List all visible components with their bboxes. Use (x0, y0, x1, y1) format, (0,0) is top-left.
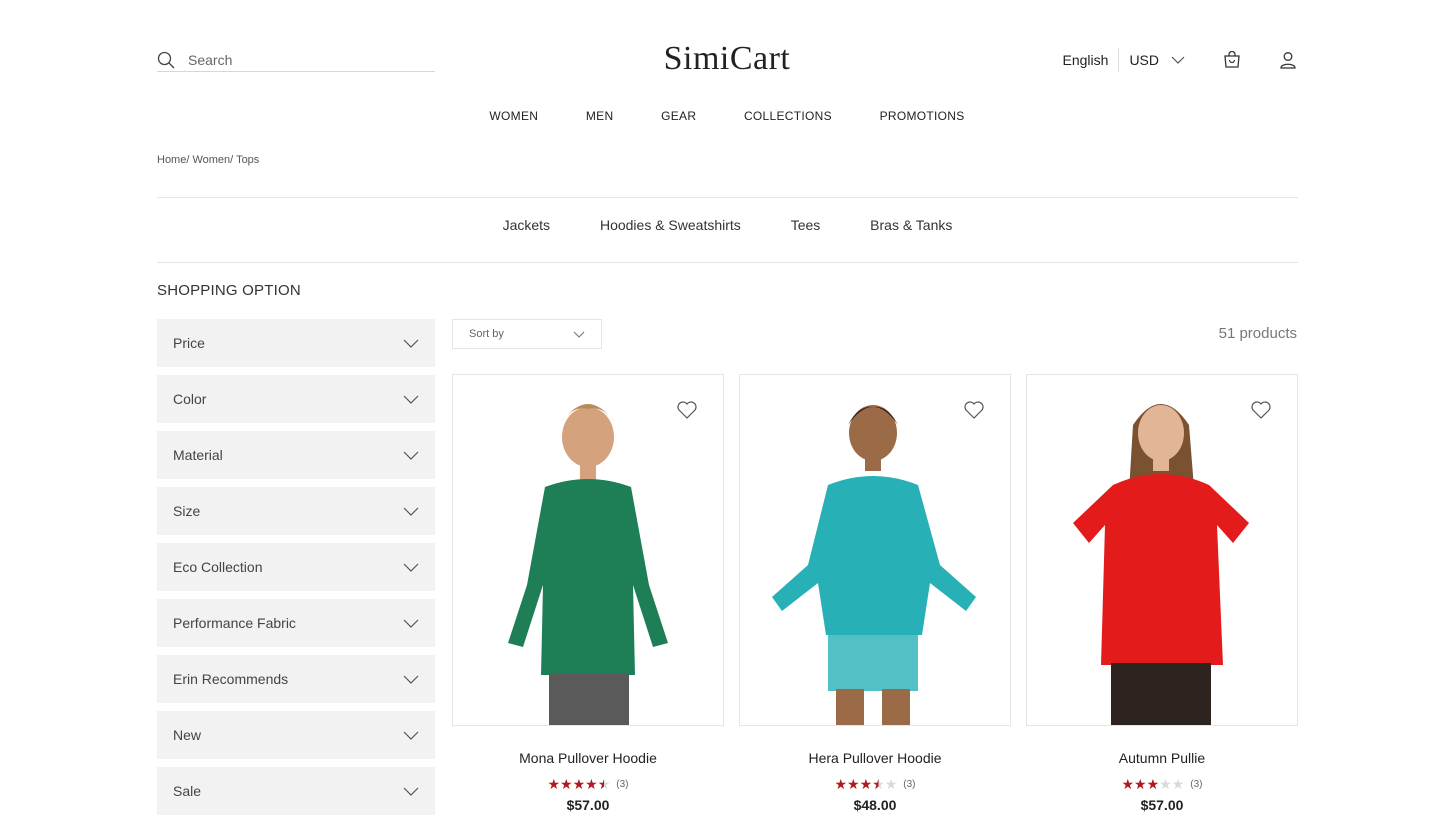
product-rating: ★★★★★ (3) (739, 776, 1011, 793)
filter-label: Material (173, 447, 223, 463)
product-price: $48.00 (853, 797, 897, 813)
product-image[interactable] (1026, 374, 1298, 726)
star-icon: ★ (1146, 776, 1160, 792)
chevron-down-icon (403, 731, 419, 740)
product-card[interactable]: Hera Pullover Hoodie ★★★★★ (3) $48.00 (739, 374, 1011, 813)
review-count: (3) (903, 779, 916, 790)
product-photo (1073, 404, 1249, 725)
review-count: (3) (1190, 779, 1203, 790)
star-icon: ★ (847, 776, 860, 792)
product-name[interactable]: Mona Pullover Hoodie (452, 750, 724, 766)
filter-eco-collection[interactable]: Eco Collection (157, 543, 435, 591)
star-icon: ★ (597, 776, 611, 792)
filter-new[interactable]: New (157, 711, 435, 759)
filter-label: Size (173, 503, 201, 519)
nav-item-collections[interactable]: COLLECTIONS (744, 109, 832, 123)
filter-size[interactable]: Size (157, 487, 435, 535)
nav-item-men[interactable]: MEN (586, 109, 614, 123)
shopping-bag-icon (1224, 51, 1240, 68)
product-image[interactable] (739, 374, 1011, 726)
chevron-down-icon (403, 675, 419, 684)
star-icon: ★ (572, 776, 586, 792)
chevron-down-icon (403, 563, 419, 572)
filter-price[interactable]: Price (157, 319, 435, 367)
chevron-down-icon (573, 331, 585, 338)
currency-label: USD (1129, 52, 1159, 68)
star-icon: ★ (834, 776, 848, 792)
product-count: 51 products (1218, 325, 1297, 342)
chevron-down-icon (403, 619, 419, 628)
chevron-down-icon (403, 787, 419, 796)
user-icon (1280, 52, 1296, 69)
heart-icon[interactable] (1251, 401, 1271, 419)
breadcrumb[interactable]: Home/ Women/ Tops (157, 154, 259, 166)
star-icon: ★ (585, 776, 598, 792)
star-icon: ★ (1159, 776, 1172, 792)
filter-label: Sale (173, 783, 202, 799)
chevron-down-icon (403, 451, 419, 460)
subcategory-jackets[interactable]: Jackets (503, 198, 550, 252)
chevron-down-icon (1171, 56, 1185, 64)
star-icon: ★ (884, 776, 898, 792)
subcategory-hoodies[interactable]: Hoodies & Sweatshirts (600, 198, 741, 252)
nav-item-women[interactable]: WOMEN (489, 109, 538, 123)
filter-label: Eco Collection (173, 559, 263, 575)
product-card[interactable]: Mona Pullover Hoodie ★★★★★ (3) $57.00 (452, 374, 724, 813)
currency-switcher[interactable]: USD (1119, 48, 1185, 72)
product-rating: ★★★★★ (3) (452, 776, 724, 793)
filter-color[interactable]: Color (157, 375, 435, 423)
site-header: SimiCart English USD WOMEN MEN GEAR COLL… (0, 0, 1454, 140)
star-rating: ★★★★★ (1121, 776, 1184, 793)
nav-item-promotions[interactable]: PROMOTIONS (880, 109, 965, 123)
heart-icon[interactable] (964, 401, 984, 419)
star-icon: ★ (1121, 776, 1135, 792)
nav-item-gear[interactable]: GEAR (661, 109, 696, 123)
chevron-down-icon (403, 339, 419, 348)
star-icon: ★ (560, 776, 573, 792)
filter-label: Performance Fabric (173, 615, 296, 631)
account-button[interactable] (1279, 51, 1297, 69)
product-price: $57.00 (1140, 797, 1184, 813)
filter-erin-recommends[interactable]: Erin Recommends (157, 655, 435, 703)
chevron-down-icon (403, 395, 419, 404)
product-photo (772, 405, 976, 725)
review-count: (3) (616, 779, 629, 790)
filter-material[interactable]: Material (157, 431, 435, 479)
sort-by-label: Sort by (469, 328, 504, 340)
filter-sale[interactable]: Sale (157, 767, 435, 815)
product-photo (508, 404, 668, 725)
filter-label: Price (173, 335, 205, 351)
filter-label: Erin Recommends (173, 671, 289, 687)
filter-sidebar: Price Color Material Size Eco Collection… (157, 319, 435, 818)
product-image[interactable] (452, 374, 724, 726)
star-icon: ★ (1134, 776, 1147, 792)
filter-label: New (173, 727, 202, 743)
subcategory-bar: Jackets Hoodies & Sweatshirts Tees Bras … (157, 197, 1298, 263)
star-icon: ★ (547, 776, 561, 792)
star-icon: ★ (872, 776, 885, 792)
star-rating: ★★★★★ (834, 776, 897, 793)
chevron-down-icon (403, 507, 419, 516)
header-actions: English USD (1063, 46, 1297, 74)
product-grid: Mona Pullover Hoodie ★★★★★ (3) $57.00 Her… (452, 374, 1298, 818)
star-rating: ★★★★★ (547, 776, 610, 793)
cart-button[interactable] (1223, 51, 1241, 69)
product-rating: ★★★★★ (3) (1026, 776, 1298, 793)
sort-by-dropdown[interactable]: Sort by (452, 319, 602, 349)
subcategory-tees[interactable]: Tees (791, 198, 821, 252)
product-name[interactable]: Hera Pullover Hoodie (739, 750, 1011, 766)
star-icon: ★ (859, 776, 873, 792)
main-navigation: WOMEN MEN GEAR COLLECTIONS PROMOTIONS (0, 109, 1454, 123)
product-price: $57.00 (566, 797, 610, 813)
star-icon: ★ (1171, 776, 1185, 792)
language-switcher[interactable]: English (1063, 48, 1120, 72)
product-card[interactable]: Autumn Pullie ★★★★★ (3) $57.00 (1026, 374, 1298, 813)
shopping-option-title: SHOPPING OPTION (157, 282, 301, 299)
filter-performance-fabric[interactable]: Performance Fabric (157, 599, 435, 647)
filter-label: Color (173, 391, 207, 407)
subcategory-bras-tanks[interactable]: Bras & Tanks (870, 198, 952, 252)
heart-icon[interactable] (677, 401, 697, 419)
product-name[interactable]: Autumn Pullie (1026, 750, 1298, 766)
